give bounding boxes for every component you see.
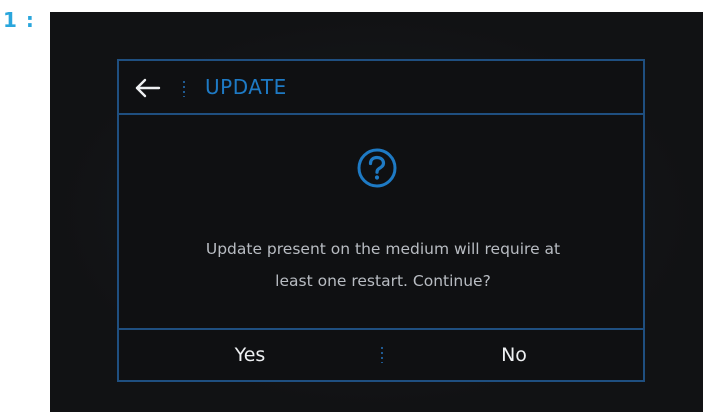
footer-separator: [381, 347, 383, 363]
back-button[interactable]: [133, 73, 163, 103]
dialog-footer: Yes No: [119, 328, 643, 380]
header-separator: [183, 81, 185, 97]
step-label: 1 :: [3, 8, 35, 32]
update-dialog: UPDATE Update present on the medium will…: [117, 59, 645, 382]
dialog-header: UPDATE: [119, 61, 643, 115]
arrow-left-icon: [133, 73, 163, 103]
no-button[interactable]: No: [385, 330, 643, 380]
dialog-title: UPDATE: [205, 75, 287, 99]
yes-button[interactable]: Yes: [119, 330, 381, 380]
question-circle-icon: [356, 147, 398, 189]
page: 1 : UPDATE Update present on the medium …: [0, 0, 703, 412]
display-screen: UPDATE Update present on the medium will…: [50, 12, 703, 412]
dialog-message: Update present on the medium will requir…: [205, 240, 561, 290]
